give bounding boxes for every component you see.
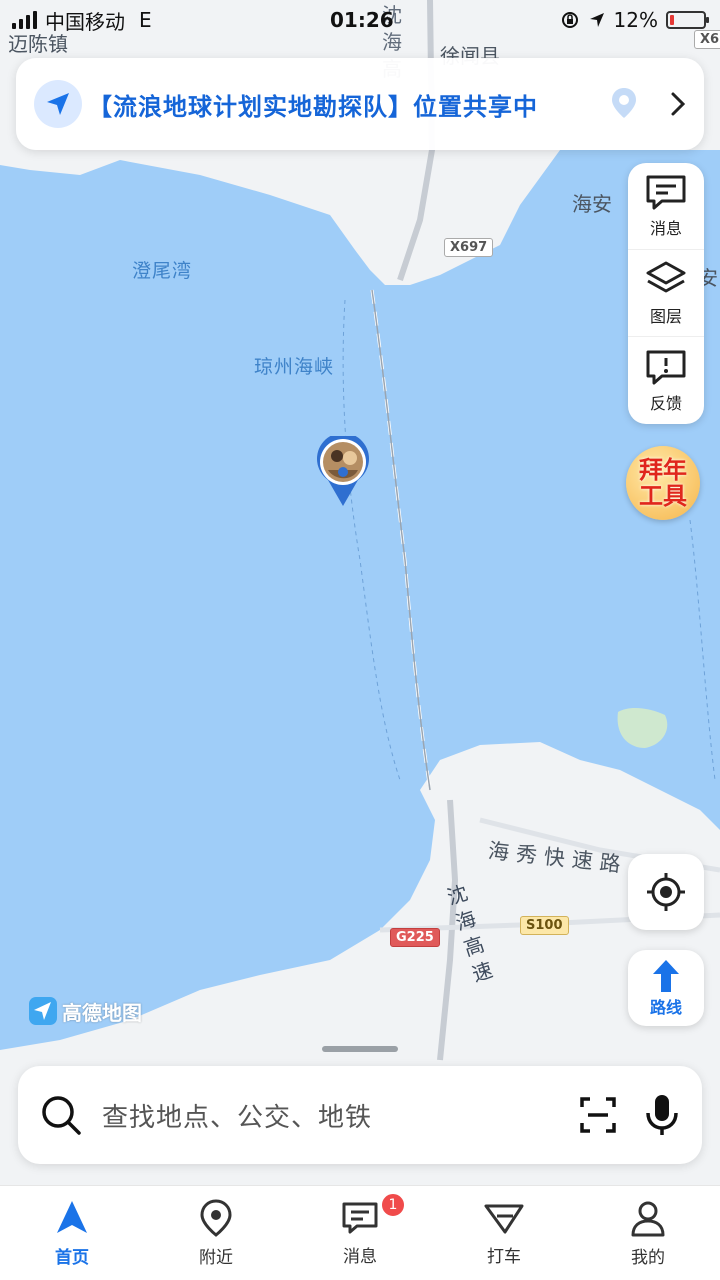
battery-icon [666, 11, 709, 29]
tab-nearby[interactable]: 附近 [144, 1186, 288, 1280]
amap-watermark: 高德地图 [28, 996, 142, 1026]
network-type: E [139, 8, 152, 32]
tab-taxi[interactable]: 打车 [432, 1186, 576, 1280]
search-bar[interactable]: 查找地点、公交、地铁 [18, 1066, 702, 1164]
messages-tool-button[interactable]: 消息 [628, 163, 704, 250]
tab-messages[interactable]: 消息 1 [288, 1186, 432, 1280]
share-banner-text: 【流浪地球计划实地勘探队】位置共享中 [88, 92, 538, 121]
navigation-arrow-icon [34, 80, 82, 128]
messages-tool-label: 消息 [649, 219, 682, 238]
feedback-tool-button[interactable]: 反馈 [628, 337, 704, 424]
crosshair-icon [647, 873, 685, 911]
signal-icon [12, 11, 37, 29]
route-button[interactable]: 路线 [628, 950, 704, 1026]
bottom-tab-bar: 首页 附近 消息 1 打车 我的 [0, 1185, 720, 1280]
search-input[interactable]: 查找地点、公交、地铁 [102, 1097, 552, 1134]
unread-badge: 1 [380, 1192, 406, 1218]
carrier-name: 中国移动 [45, 9, 125, 34]
clock: 01:26 [330, 8, 394, 32]
tab-nearby-label: 附近 [199, 1247, 233, 1268]
promo-text: 拜年工具 [639, 456, 687, 510]
battery-percent: 12% [613, 8, 658, 32]
chevron-right-icon[interactable] [670, 91, 686, 117]
location-pin-icon [200, 1198, 232, 1237]
place-label: 海安 [572, 192, 612, 216]
layers-tool-label: 图层 [649, 307, 682, 326]
tab-profile-label: 我的 [631, 1247, 665, 1268]
feedback-tool-label: 反馈 [649, 393, 682, 413]
tab-profile[interactable]: 我的 [576, 1186, 720, 1280]
tab-taxi-label: 打车 [487, 1246, 521, 1267]
orientation-lock-icon [561, 12, 578, 28]
route-arrow-icon [653, 960, 679, 992]
locate-me-button[interactable] [628, 854, 704, 930]
layers-icon [646, 261, 686, 293]
road-shield-x697: X697 [444, 238, 494, 257]
road-shield-s100: S100 [520, 916, 569, 935]
layers-tool-button[interactable]: 图层 [628, 250, 704, 337]
road-shield-g225: G225 [390, 928, 440, 947]
search-icon [42, 1096, 81, 1135]
water-label: 琼州海峡 [254, 356, 335, 378]
navigation-arrow-icon [57, 1200, 87, 1233]
drag-handle[interactable] [322, 1046, 398, 1052]
location-share-banner[interactable]: 【流浪地球计划实地勘探队】位置共享中 [16, 58, 704, 150]
status-bar: 中国移动 E 01:26 12% [0, 0, 720, 40]
watermark-text: 高德地图 [62, 1000, 142, 1025]
tab-home-label: 首页 [55, 1247, 89, 1268]
map-tools-panel: 消息 图层 反馈 [628, 163, 704, 424]
message-icon [646, 175, 686, 210]
person-icon [631, 1201, 665, 1236]
microphone-icon[interactable] [644, 1093, 680, 1137]
tab-messages-label: 消息 [343, 1246, 377, 1267]
feedback-icon [646, 350, 686, 384]
avatar-marker-graphic [317, 432, 369, 506]
water-label: 澄尾湾 [132, 260, 193, 282]
amap-logo-icon [29, 997, 57, 1025]
message-icon [342, 1202, 378, 1233]
new-year-promo-button[interactable]: 拜年工具 [626, 446, 700, 520]
taxi-icon [484, 1204, 524, 1233]
scan-icon[interactable] [578, 1095, 618, 1135]
location-pin-icon [612, 88, 636, 118]
location-arrow-icon [589, 13, 604, 27]
route-button-label: 路线 [649, 998, 682, 1017]
user-location-marker[interactable] [316, 432, 370, 508]
tab-home[interactable]: 首页 [0, 1186, 144, 1280]
